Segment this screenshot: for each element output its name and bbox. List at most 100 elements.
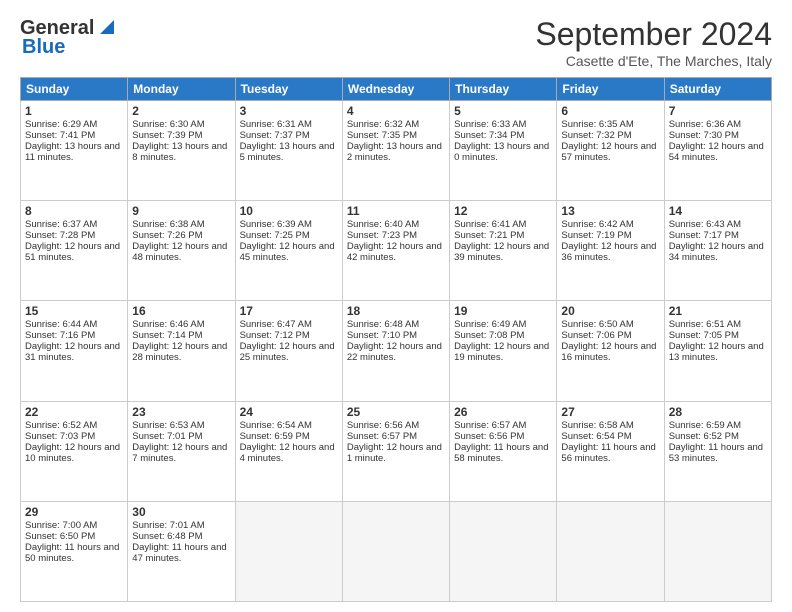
day-info: Sunrise: 6:47 AM — [240, 319, 338, 330]
calendar-cell — [450, 501, 557, 601]
day-number: 16 — [132, 304, 230, 318]
day-info: Sunset: 7:34 PM — [454, 130, 552, 141]
calendar-cell: 15Sunrise: 6:44 AMSunset: 7:16 PMDayligh… — [21, 301, 128, 401]
day-info: Sunset: 7:06 PM — [561, 330, 659, 341]
day-info: Daylight: 12 hours and 22 minutes. — [347, 341, 445, 363]
calendar-cell: 26Sunrise: 6:57 AMSunset: 6:56 PMDayligh… — [450, 401, 557, 501]
calendar-cell: 9Sunrise: 6:38 AMSunset: 7:26 PMDaylight… — [128, 201, 235, 301]
day-info: Sunset: 7:35 PM — [347, 130, 445, 141]
calendar-table: SundayMondayTuesdayWednesdayThursdayFrid… — [20, 77, 772, 602]
day-number: 3 — [240, 104, 338, 118]
day-info: Daylight: 12 hours and 25 minutes. — [240, 341, 338, 363]
day-number: 2 — [132, 104, 230, 118]
day-info: Sunrise: 6:50 AM — [561, 319, 659, 330]
day-number: 23 — [132, 405, 230, 419]
day-info: Daylight: 12 hours and 48 minutes. — [132, 241, 230, 263]
day-info: Sunset: 7:37 PM — [240, 130, 338, 141]
day-info: Sunset: 7:39 PM — [132, 130, 230, 141]
day-number: 12 — [454, 204, 552, 218]
day-info: Daylight: 12 hours and 39 minutes. — [454, 241, 552, 263]
day-info: Sunrise: 6:57 AM — [454, 420, 552, 431]
calendar-cell: 7Sunrise: 6:36 AMSunset: 7:30 PMDaylight… — [664, 101, 771, 201]
day-info: Sunset: 7:23 PM — [347, 230, 445, 241]
day-number: 4 — [347, 104, 445, 118]
day-info: Daylight: 11 hours and 50 minutes. — [25, 542, 123, 564]
day-info: Daylight: 13 hours and 8 minutes. — [132, 141, 230, 163]
calendar-cell: 20Sunrise: 6:50 AMSunset: 7:06 PMDayligh… — [557, 301, 664, 401]
page: General Blue September 2024 Casette d'Et… — [0, 0, 792, 612]
day-info: Sunrise: 6:54 AM — [240, 420, 338, 431]
day-number: 24 — [240, 405, 338, 419]
day-info: Sunrise: 6:35 AM — [561, 119, 659, 130]
day-info: Sunset: 7:32 PM — [561, 130, 659, 141]
day-info: Sunrise: 6:38 AM — [132, 219, 230, 230]
calendar-week-4: 22Sunrise: 6:52 AMSunset: 7:03 PMDayligh… — [21, 401, 772, 501]
day-info: Daylight: 12 hours and 1 minute. — [347, 442, 445, 464]
day-info: Sunset: 7:10 PM — [347, 330, 445, 341]
day-info: Sunset: 6:57 PM — [347, 431, 445, 442]
calendar-week-1: 1Sunrise: 6:29 AMSunset: 7:41 PM Daylight… — [21, 101, 772, 201]
calendar-cell: 27Sunrise: 6:58 AMSunset: 6:54 PMDayligh… — [557, 401, 664, 501]
day-number: 11 — [347, 204, 445, 218]
day-info: Daylight: 12 hours and 54 minutes. — [669, 141, 767, 163]
day-number: 7 — [669, 104, 767, 118]
day-info: Daylight: 12 hours and 10 minutes. — [25, 442, 123, 464]
calendar-week-2: 8Sunrise: 6:37 AMSunset: 7:28 PMDaylight… — [21, 201, 772, 301]
calendar-cell: 14Sunrise: 6:43 AMSunset: 7:17 PMDayligh… — [664, 201, 771, 301]
day-info: Sunrise: 6:41 AM — [454, 219, 552, 230]
day-info: Sunrise: 6:44 AM — [25, 319, 123, 330]
day-info: Sunrise: 6:29 AM — [25, 119, 123, 130]
day-number: 20 — [561, 304, 659, 318]
day-info: Sunset: 7:21 PM — [454, 230, 552, 241]
day-info: Daylight: 11 hours and 53 minutes. — [669, 442, 767, 464]
calendar-week-3: 15Sunrise: 6:44 AMSunset: 7:16 PMDayligh… — [21, 301, 772, 401]
calendar-cell — [342, 501, 449, 601]
day-info: Sunrise: 6:42 AM — [561, 219, 659, 230]
calendar-cell: 30Sunrise: 7:01 AMSunset: 6:48 PMDayligh… — [128, 501, 235, 601]
day-info: Sunrise: 6:56 AM — [347, 420, 445, 431]
day-number: 8 — [25, 204, 123, 218]
calendar-cell: 24Sunrise: 6:54 AMSunset: 6:59 PMDayligh… — [235, 401, 342, 501]
day-info: Sunset: 7:14 PM — [132, 330, 230, 341]
calendar-cell: 4Sunrise: 6:32 AMSunset: 7:35 PMDaylight… — [342, 101, 449, 201]
day-info: Sunrise: 6:59 AM — [669, 420, 767, 431]
logo-blue: Blue — [22, 36, 65, 59]
calendar-cell: 10Sunrise: 6:39 AMSunset: 7:25 PMDayligh… — [235, 201, 342, 301]
day-info: Daylight: 12 hours and 34 minutes. — [669, 241, 767, 263]
calendar-cell: 8Sunrise: 6:37 AMSunset: 7:28 PMDaylight… — [21, 201, 128, 301]
day-info: Sunset: 6:59 PM — [240, 431, 338, 442]
day-info: Sunset: 7:41 PM — [25, 130, 123, 141]
day-info: Sunset: 7:19 PM — [561, 230, 659, 241]
calendar-cell: 18Sunrise: 6:48 AMSunset: 7:10 PMDayligh… — [342, 301, 449, 401]
calendar-body: 1Sunrise: 6:29 AMSunset: 7:41 PM Daylight… — [21, 101, 772, 602]
calendar-cell: 25Sunrise: 6:56 AMSunset: 6:57 PMDayligh… — [342, 401, 449, 501]
day-info: Daylight: 12 hours and 4 minutes. — [240, 442, 338, 464]
calendar-cell — [557, 501, 664, 601]
day-info: Daylight: 12 hours and 28 minutes. — [132, 341, 230, 363]
day-info: Sunrise: 6:37 AM — [25, 219, 123, 230]
day-info: Sunrise: 7:00 AM — [25, 520, 123, 531]
day-number: 1 — [25, 104, 123, 118]
calendar-cell: 3Sunrise: 6:31 AMSunset: 7:37 PMDaylight… — [235, 101, 342, 201]
day-info: Sunrise: 6:31 AM — [240, 119, 338, 130]
logo: General Blue — [20, 16, 118, 59]
day-info: Sunset: 7:01 PM — [132, 431, 230, 442]
calendar-cell: 13Sunrise: 6:42 AMSunset: 7:19 PMDayligh… — [557, 201, 664, 301]
column-header-sunday: Sunday — [21, 78, 128, 101]
day-info: Daylight: 13 hours and 5 minutes. — [240, 141, 338, 163]
day-info: Daylight: 12 hours and 51 minutes. — [25, 241, 123, 263]
calendar-header-row: SundayMondayTuesdayWednesdayThursdayFrid… — [21, 78, 772, 101]
day-number: 21 — [669, 304, 767, 318]
day-info: Sunset: 6:56 PM — [454, 431, 552, 442]
column-header-friday: Friday — [557, 78, 664, 101]
month-title: September 2024 — [535, 16, 772, 53]
day-number: 15 — [25, 304, 123, 318]
day-number: 17 — [240, 304, 338, 318]
day-number: 22 — [25, 405, 123, 419]
calendar-cell: 16Sunrise: 6:46 AMSunset: 7:14 PMDayligh… — [128, 301, 235, 401]
day-number: 9 — [132, 204, 230, 218]
calendar-cell: 5Sunrise: 6:33 AMSunset: 7:34 PMDaylight… — [450, 101, 557, 201]
column-header-thursday: Thursday — [450, 78, 557, 101]
calendar-cell — [235, 501, 342, 601]
calendar-cell: 29Sunrise: 7:00 AMSunset: 6:50 PMDayligh… — [21, 501, 128, 601]
